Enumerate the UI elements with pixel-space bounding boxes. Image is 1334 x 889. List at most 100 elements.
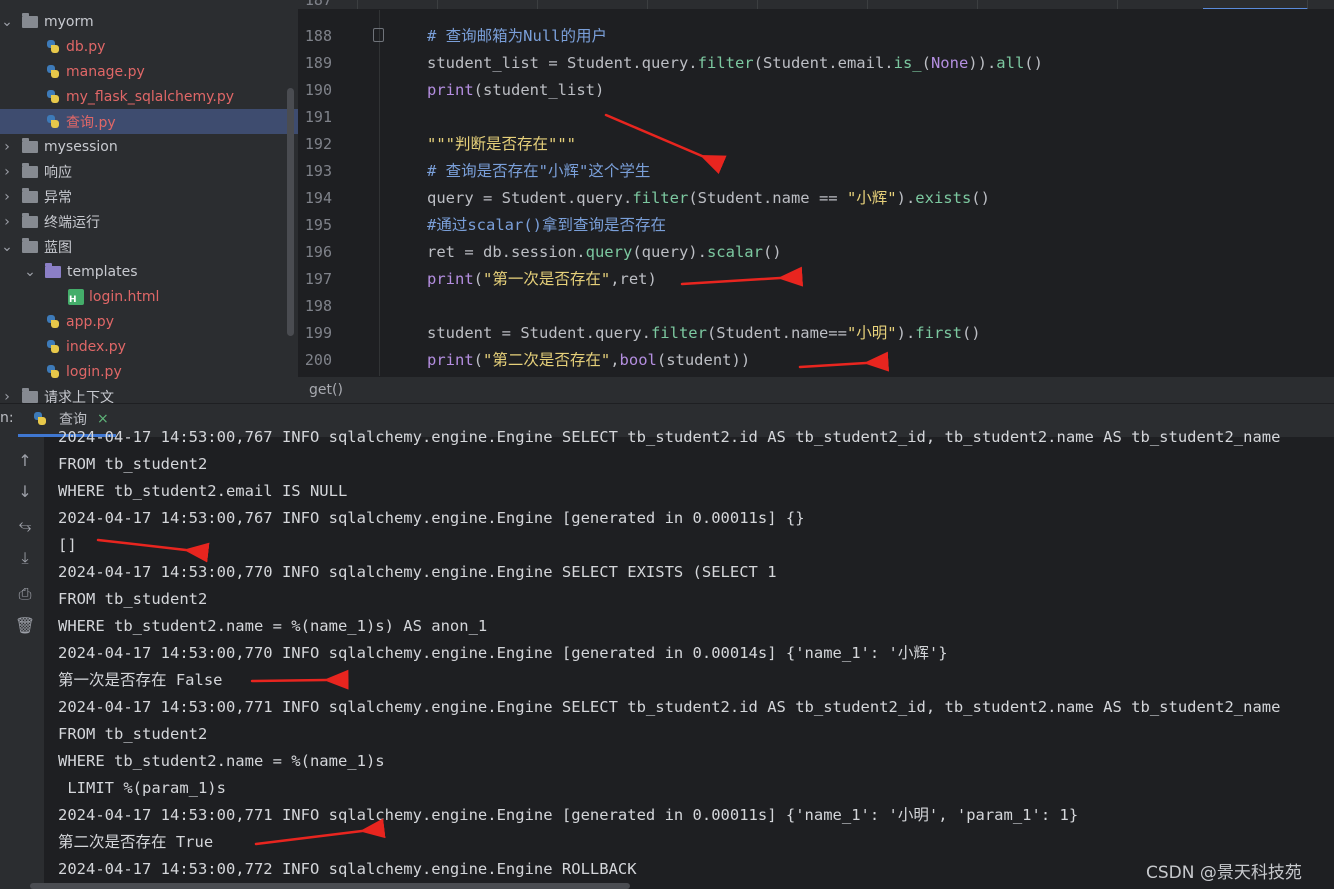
scroll-to-end-icon[interactable]: ⤓ (14, 547, 36, 569)
folder-icon (22, 212, 38, 228)
code-token: (Student.name == (688, 189, 847, 207)
tree-item[interactable]: login.py (0, 359, 298, 384)
tree-item[interactable]: ⌄ myorm (0, 9, 298, 34)
code-token: (Student.name== (706, 324, 847, 342)
tree-item-label: 查询.py (66, 114, 116, 131)
code-line[interactable]: student = Student.query.filter(Student.n… (427, 320, 981, 347)
code-line[interactable]: ret = db.session.query(query).scalar() (427, 239, 782, 266)
code-line[interactable]: """判断是否存在""" (427, 131, 576, 158)
code-token: ,ret) (610, 270, 657, 288)
line-number: 200 (304, 351, 332, 369)
tree-item[interactable]: ⌄ 蓝图 (0, 234, 298, 259)
code-token: ( (473, 270, 484, 288)
code-line[interactable]: print("第二次是否存在",bool(student)) (427, 347, 750, 374)
chevron-right-icon[interactable]: › (0, 139, 14, 155)
code-line[interactable]: query = Student.query.filter(Student.nam… (427, 185, 990, 212)
chevron-right-icon[interactable]: › (0, 214, 14, 230)
console-line: WHERE tb_student2.name = %(name_1)s (58, 752, 385, 770)
console-line: FROM tb_student2 (58, 455, 208, 473)
tree-item-label: myorm (44, 13, 94, 30)
code-token: "第二次是否存在" (483, 351, 611, 369)
line-number: 192 (304, 135, 332, 153)
console-line: 2024-04-17 14:53:00,772 INFO sqlalchemy.… (58, 860, 637, 878)
code-token: , (610, 351, 620, 369)
tree-item[interactable]: 查询.py (0, 109, 298, 134)
tree-item[interactable]: › 响应 (0, 159, 298, 184)
chevron-right-icon[interactable]: › (0, 389, 14, 405)
tree-item[interactable]: Hlogin.html (0, 284, 298, 309)
python-file-icon (45, 39, 61, 55)
tree-item-label: 蓝图 (44, 239, 72, 256)
chevron-right-icon[interactable]: › (0, 189, 14, 205)
code-line[interactable]: #通过scalar()拿到查询是否存在 (427, 212, 666, 239)
tree-item[interactable]: › 终端运行 (0, 209, 298, 234)
chevron-down-icon[interactable]: ⌄ (0, 239, 14, 255)
code-line[interactable]: print(student_list) (427, 77, 604, 104)
tree-item[interactable]: my_flask_sqlalchemy.py (0, 84, 298, 109)
tree-item[interactable]: › 异常 (0, 184, 298, 209)
tree-item-label: login.html (89, 288, 160, 305)
line-number: 196 (304, 243, 332, 261)
tree-scrollbar[interactable] (287, 88, 294, 336)
run-panel-label: n: (0, 410, 14, 426)
soft-wrap-icon[interactable]: ⥃ (14, 514, 36, 536)
up-arrow-icon[interactable]: ↑ (14, 450, 36, 472)
code-token: () (762, 243, 782, 261)
tree-item-label: 异常 (44, 189, 72, 206)
tree-item[interactable]: app.py (0, 309, 298, 334)
line-number: 187 (304, 0, 332, 9)
code-token: exists (915, 189, 972, 207)
code-token: filter (650, 324, 707, 342)
code-token: ). (896, 324, 916, 342)
console-line: 2024-04-17 14:53:00,770 INFO sqlalchemy.… (58, 563, 777, 581)
tree-item[interactable]: db.py (0, 34, 298, 59)
tree-item[interactable]: › 请求上下文 (0, 384, 298, 404)
code-token: #通过scalar()拿到查询是否存在 (427, 216, 666, 234)
print-icon[interactable]: ⎙ (14, 583, 36, 605)
tree-item[interactable]: › mysession (0, 134, 298, 159)
line-number: 194 (304, 189, 332, 207)
code-token: filter (697, 54, 754, 72)
tree-item-label: templates (67, 263, 138, 280)
chevron-right-icon[interactable]: › (0, 164, 14, 180)
console-line: [] (58, 536, 77, 554)
python-file-icon (45, 64, 61, 80)
code-line[interactable]: student_list = Student.query.filter(Stud… (427, 50, 1043, 77)
folder-icon (22, 162, 38, 178)
line-number: 188 (304, 27, 332, 45)
code-line[interactable]: # 查询是否存在"小辉"这个学生 (427, 158, 650, 185)
editor-tab-bar[interactable] (298, 0, 1334, 10)
code-token: first (915, 324, 962, 342)
folder-icon (22, 12, 38, 28)
console-line: 第二次是否存在 True (58, 833, 214, 851)
code-token: (query). (632, 243, 707, 261)
code-token: "小辉" (846, 189, 897, 207)
code-token: ( (921, 54, 931, 72)
console-line: 2024-04-17 14:53:00,771 INFO sqlalchemy.… (58, 806, 1079, 824)
python-file-icon (45, 114, 61, 130)
line-number: 190 (304, 81, 332, 99)
code-line[interactable]: print("第一次是否存在",ret) (427, 266, 657, 293)
code-token: query = Student.query. (427, 189, 633, 207)
folder-icon (22, 387, 38, 403)
code-line[interactable]: # 查询邮箱为Null的用户 (427, 23, 607, 50)
chevron-down-icon[interactable]: ⌄ (23, 264, 37, 280)
code-token: scalar (706, 243, 763, 261)
breadcrumb-item[interactable]: get() (309, 382, 343, 398)
console-horizontal-scrollbar[interactable] (30, 883, 630, 889)
chevron-down-icon[interactable]: ⌄ (0, 14, 14, 30)
fold-marker-icon[interactable] (373, 28, 384, 42)
console-line: 第一次是否存在 False (58, 671, 223, 689)
tree-item-label: manage.py (66, 63, 145, 80)
code-token: () (1024, 54, 1043, 72)
tree-item[interactable]: ⌄ templates (0, 259, 298, 284)
tree-item[interactable]: manage.py (0, 59, 298, 84)
folder-icon (22, 237, 38, 253)
trash-icon[interactable]: 🗑 (14, 615, 36, 637)
breadcrumb[interactable]: get() (298, 376, 1334, 403)
line-number: 199 (304, 324, 332, 342)
code-token: is_ (893, 54, 922, 72)
folder-icon (22, 187, 38, 203)
tree-item[interactable]: index.py (0, 334, 298, 359)
down-arrow-icon[interactable]: ↓ (14, 481, 36, 503)
